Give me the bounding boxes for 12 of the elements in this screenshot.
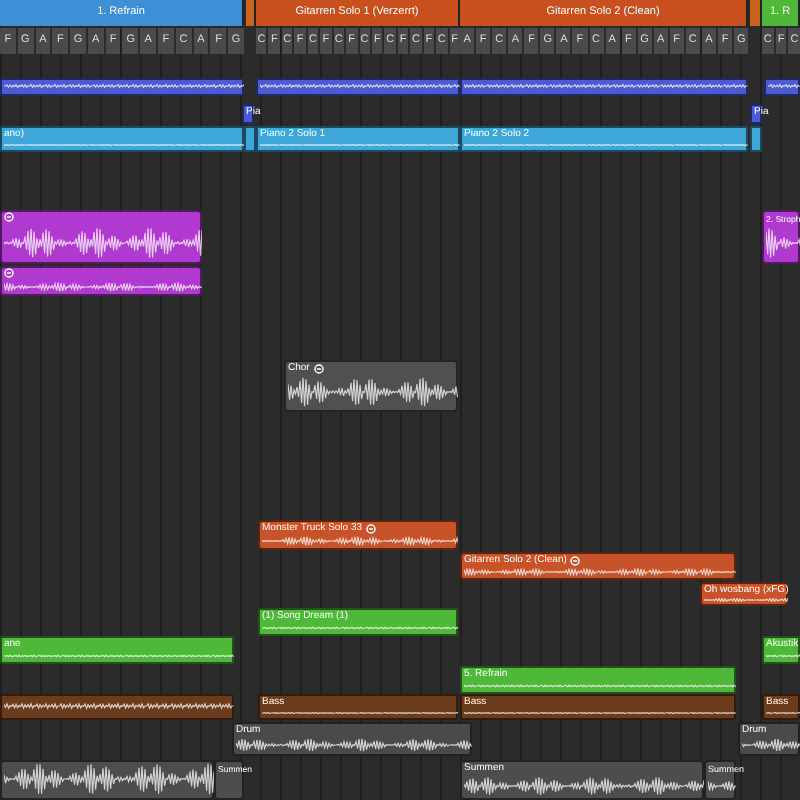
waveform-drawing [768,80,800,92]
waveform-drawing [766,710,800,716]
waveform-drawing [766,652,800,660]
track-region[interactable] [0,210,202,264]
marker-region[interactable] [246,0,256,26]
track-region[interactable] [0,266,202,296]
marker-region[interactable] [750,0,762,26]
track-region[interactable] [764,78,800,96]
waveform-drawing [742,738,800,752]
waveform-drawing [766,226,800,260]
track-region[interactable] [0,78,244,96]
waveform-drawing [708,776,736,796]
